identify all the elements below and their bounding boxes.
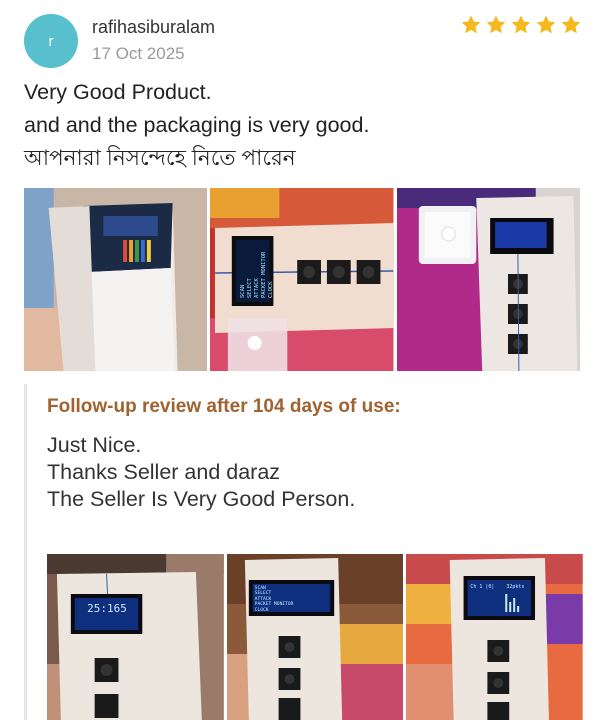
star-icon [535,14,557,36]
star-icon [485,14,507,36]
star-icon [560,14,582,36]
product-photo-2[interactable]: SCAN SELECT ATTACK PACKET MONITOR CLOCK [210,188,394,371]
followup-photo-3[interactable]: Ch 1 |0| 32pkts [406,554,584,720]
review-line: আপনারা নিসন্দেহে নিতে পারেন [24,146,296,170]
star-icon [460,14,482,36]
review-line: and and the packaging is very good. [24,113,370,137]
followup-photos: 25:165 SCAN SELECT ATTACK PACKET MONITOR… [47,554,584,720]
followup-photo-2[interactable]: SCAN SELECT ATTACK PACKET MONITOR CLOCK [226,554,404,720]
followup-text: Just Nice. Thanks Seller and daraz The S… [47,432,355,513]
star-rating [460,14,582,36]
oled-rate: 32pkts [506,584,525,590]
review-text: Very Good Product. and and the packaging… [24,76,369,175]
star-icon [510,14,532,36]
oled-clock: 25:165 [87,602,127,615]
oled-menu-line: CLOCK [268,281,275,298]
avatar[interactable]: r [24,14,78,68]
oled-menu-line: CLOCK [254,607,269,613]
review-line: Very Good Product. [24,80,212,104]
product-photo-3[interactable] [396,188,580,371]
review-header: r rafihasiburalam 17 Oct 2025 [24,14,584,70]
followup-review: Follow-up review after 104 days of use: … [24,384,587,720]
followup-line: Just Nice. [47,433,142,457]
followup-title: Follow-up review after 104 days of use: [47,396,401,417]
reviewer-name: rafihasiburalam [92,17,216,37]
oled-menu: SCAN SELECT ATTACK PACKET MONITOR CLOCK [240,240,300,298]
review-photos: SCAN SELECT ATTACK PACKET MONITOR CLOCK [24,188,580,371]
oled-menu-2: SCAN SELECT ATTACK PACKET MONITOR CLOCK [255,586,331,613]
oled-channel: Ch 1 |0| [470,584,495,590]
product-photo-1[interactable] [24,188,208,371]
followup-photo-1[interactable]: 25:165 [47,554,224,720]
avatar-letter: r [48,32,54,50]
followup-line: Thanks Seller and daraz [47,460,281,484]
review-date: 17 Oct 2025 [92,44,185,63]
followup-line: The Seller Is Very Good Person. [47,487,356,511]
